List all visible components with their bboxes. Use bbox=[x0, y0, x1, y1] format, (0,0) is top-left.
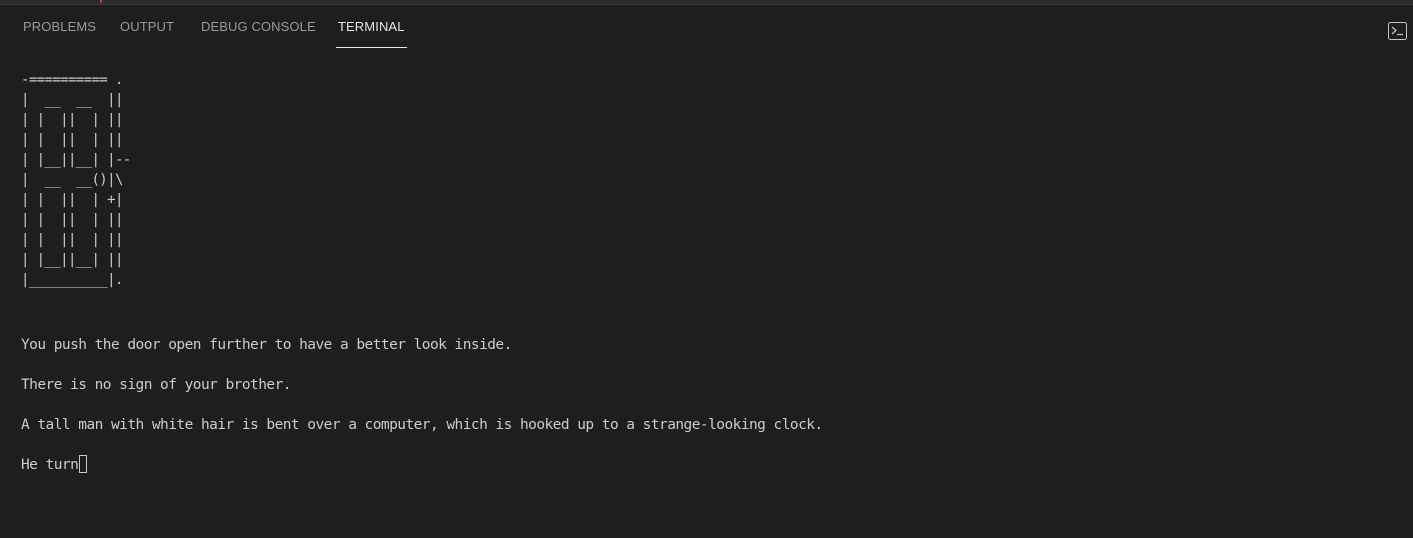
terminal-input-line[interactable]: He turn bbox=[21, 455, 88, 475]
tab-terminal[interactable]: TERMINAL bbox=[336, 19, 407, 48]
tab-terminal-label: TERMINAL bbox=[338, 19, 405, 34]
panel-tab-bar: PROBLEMS OUTPUT DEBUG CONSOLE TERMINAL bbox=[0, 5, 1413, 49]
tab-output[interactable]: OUTPUT bbox=[120, 19, 174, 34]
terminal-line-3: A tall man with white hair is bent over … bbox=[21, 417, 823, 433]
active-tab-indicator bbox=[336, 47, 407, 48]
terminal-line-4: He turn bbox=[21, 457, 79, 473]
terminal-icon[interactable] bbox=[1388, 22, 1407, 40]
ascii-art-door: -========== . | __ __ || | | || | || | |… bbox=[21, 72, 131, 288]
panel-top-accent bbox=[100, 0, 102, 3]
tab-debug-console[interactable]: DEBUG CONSOLE bbox=[201, 19, 316, 34]
tab-problems[interactable]: PROBLEMS bbox=[23, 19, 96, 34]
terminal-line-2: There is no sign of your brother. bbox=[21, 377, 291, 393]
terminal-line-1: You push the door open further to have a… bbox=[21, 337, 512, 353]
terminal-output[interactable]: -========== . | __ __ || | | || | || | |… bbox=[21, 70, 1401, 473]
terminal-cursor bbox=[79, 455, 88, 473]
